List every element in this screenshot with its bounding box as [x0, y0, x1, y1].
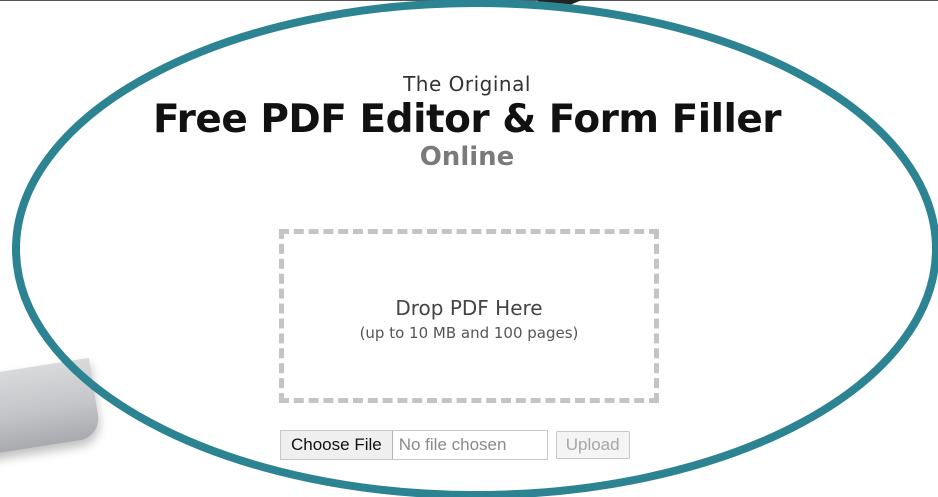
pdf-drop-zone[interactable]: Drop PDF Here (up to 10 MB and 100 pages…	[279, 229, 659, 403]
choose-file-button[interactable]: Choose File	[281, 431, 393, 459]
file-input[interactable]: Choose File No file chosen	[280, 430, 548, 460]
drop-zone-title: Drop PDF Here	[395, 296, 543, 320]
page-title: Free PDF Editor & Form Filler	[152, 97, 782, 142]
upload-page: The Original Free PDF Editor & Form Fill…	[0, 0, 938, 497]
file-upload-row: Choose File No file chosen Upload	[280, 430, 630, 460]
hero-eyebrow: The Original	[403, 72, 531, 96]
upload-button[interactable]: Upload	[555, 431, 630, 459]
drop-zone-hint: (up to 10 MB and 100 pages)	[359, 324, 579, 342]
file-status-text: No file chosen	[398, 435, 507, 454]
page-subtitle: Online	[419, 142, 515, 172]
